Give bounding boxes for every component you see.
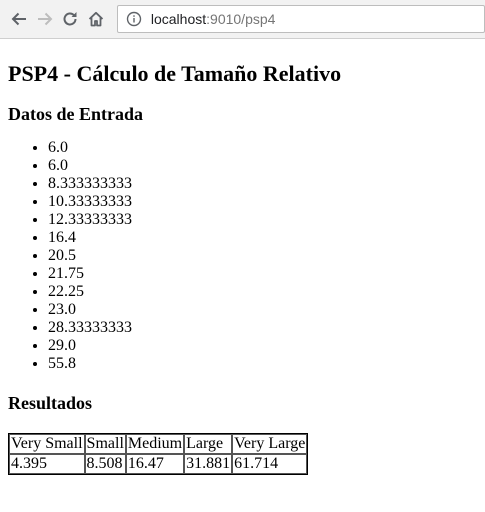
- results-table: Very Small Small Medium Large Very Large…: [8, 433, 309, 475]
- list-item: 20.5: [48, 247, 477, 265]
- list-item: 16.4: [48, 229, 477, 247]
- page-content: PSP4 - Cálculo de Tamaño Relativo Datos …: [0, 60, 485, 475]
- url-path: :9010/psp4: [206, 11, 276, 27]
- header-very-large: Very Large: [232, 434, 308, 454]
- table-row: 4.395 8.508 16.47 31.881 61.714: [9, 454, 308, 474]
- home-button[interactable]: [83, 6, 109, 32]
- header-medium: Medium: [125, 434, 185, 454]
- list-item: 23.0: [48, 301, 477, 319]
- reload-icon: [63, 12, 77, 26]
- header-large: Large: [184, 434, 233, 454]
- input-heading: Datos de Entrada: [8, 104, 144, 124]
- input-list: 6.0 6.0 8.333333333 10.33333333 12.33333…: [8, 139, 477, 373]
- page-title: PSP4 - Cálculo de Tamaño Relativo: [8, 61, 342, 86]
- list-item: 6.0: [48, 157, 477, 175]
- list-item: 10.33333333: [48, 193, 477, 211]
- address-bar[interactable]: localhost:9010/psp4: [116, 5, 485, 33]
- forward-button[interactable]: [32, 6, 58, 32]
- header-very-small: Very Small: [9, 434, 85, 454]
- table-header-row: Very Small Small Medium Large Very Large: [9, 434, 308, 454]
- list-item: 55.8: [48, 355, 477, 373]
- list-item: 12.33333333: [48, 211, 477, 229]
- back-button[interactable]: [6, 6, 32, 32]
- arrow-left-icon: [11, 12, 26, 26]
- url-host: localhost: [150, 11, 207, 27]
- list-item: 8.333333333: [48, 175, 477, 193]
- home-icon: [88, 11, 104, 27]
- list-item: 29.0: [48, 337, 477, 355]
- value-medium: 16.47: [125, 454, 185, 474]
- list-item: 28.33333333: [48, 319, 477, 337]
- list-item: 6.0: [48, 139, 477, 157]
- browser-toolbar: localhost:9010/psp4: [0, 0, 485, 39]
- arrow-right-icon: [37, 12, 52, 26]
- info-icon[interactable]: [126, 11, 142, 27]
- value-very-large: 61.714: [232, 454, 308, 474]
- value-small: 8.508: [84, 454, 126, 474]
- value-very-small: 4.395: [9, 454, 85, 474]
- list-item: 21.75: [48, 265, 477, 283]
- list-item: 22.25: [48, 283, 477, 301]
- reload-button[interactable]: [57, 6, 83, 32]
- value-large: 31.881: [184, 454, 233, 474]
- header-small: Small: [84, 434, 126, 454]
- results-heading: Resultados: [8, 393, 93, 413]
